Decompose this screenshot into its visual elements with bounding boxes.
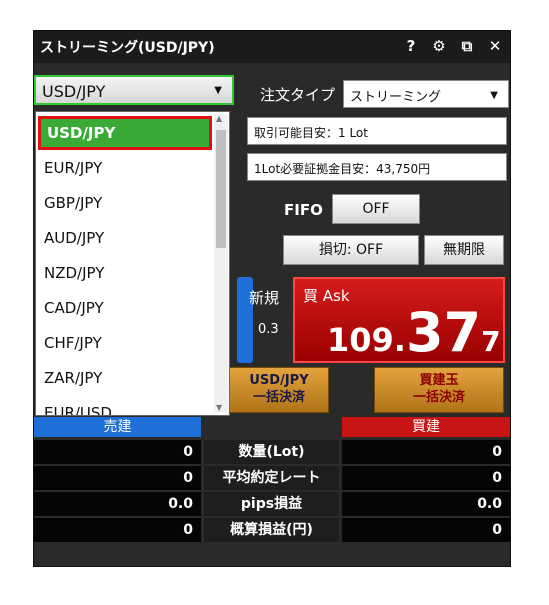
buy-average-rate: 0 bbox=[342, 466, 510, 490]
buy-ask-button[interactable]: 買 Ask 109.377 bbox=[293, 277, 505, 363]
stoploss-button[interactable]: 損切: OFF bbox=[283, 235, 419, 265]
ask-price-pips: 37 bbox=[405, 301, 482, 364]
sell-quantity: 0 bbox=[34, 440, 201, 464]
sell-average-rate: 0 bbox=[34, 466, 201, 490]
order-type-value: ストリーミング bbox=[350, 90, 442, 105]
table-row: 0 数量(Lot) 0 bbox=[34, 439, 510, 465]
scroll-up-icon[interactable]: ▲ bbox=[216, 114, 222, 123]
title-bar: ストリーミング(USD/JPY) ? ⚙ ⧉ ✕ bbox=[34, 31, 510, 63]
dropdown-option[interactable]: EUR/JPY bbox=[38, 151, 212, 185]
buy-header: 買建 bbox=[342, 417, 510, 437]
streaming-window: ストリーミング(USD/JPY) ? ⚙ ⧉ ✕ USD/JPY ▼ 注文タイプ… bbox=[33, 30, 511, 567]
scrollbar-thumb[interactable] bbox=[216, 130, 226, 248]
symbol-bulk-close-button[interactable]: USD/JPY 一括決済 bbox=[229, 367, 329, 413]
sell-header: 売建 bbox=[34, 417, 201, 437]
dropdown-option[interactable]: NZD/JPY bbox=[38, 256, 212, 290]
dropdown-option[interactable]: EUR/USD bbox=[38, 396, 212, 415]
fifo-label: FIFO bbox=[284, 201, 323, 219]
popout-icon[interactable]: ⧉ bbox=[460, 37, 474, 55]
dropdown-option[interactable]: GBP/JPY bbox=[38, 186, 212, 220]
bulk-close-symbol-label: 一括決済 bbox=[252, 390, 305, 405]
bulk-close-symbol-line: USD/JPY bbox=[249, 373, 309, 388]
ask-label: 買 Ask bbox=[303, 287, 350, 305]
dropdown-option[interactable]: CHF/JPY bbox=[38, 326, 212, 360]
dropdown-option[interactable]: USD/JPY bbox=[38, 116, 212, 150]
bulk-close-buy-label: 一括決済 bbox=[412, 390, 465, 405]
row-label: 平均約定レート bbox=[204, 466, 339, 490]
table-row: 0.0 pips損益 0.0 bbox=[34, 491, 510, 517]
scroll-down-icon[interactable]: ▼ bbox=[216, 403, 222, 412]
buy-estimated-pl: 0 bbox=[342, 518, 510, 542]
order-type-label: 注文タイプ bbox=[260, 86, 336, 104]
gear-icon[interactable]: ⚙ bbox=[432, 37, 446, 55]
chevron-down-icon: ▼ bbox=[490, 90, 498, 101]
order-type-select[interactable]: ストリーミング ▼ bbox=[343, 80, 509, 108]
table-row: 0 平均約定レート 0 bbox=[34, 465, 510, 491]
symbol-select[interactable]: USD/JPY ▼ bbox=[34, 75, 234, 105]
sell-estimated-pl: 0 bbox=[34, 518, 201, 542]
fifo-toggle-button[interactable]: OFF bbox=[332, 194, 420, 224]
dropdown-option[interactable]: CAD/JPY bbox=[38, 291, 212, 325]
bulk-close-buy-line: 買建玉 bbox=[419, 373, 459, 388]
sell-pips-pl: 0.0 bbox=[34, 492, 201, 516]
ask-price-big: 109. bbox=[327, 321, 406, 359]
new-order-label: 新規 bbox=[249, 289, 280, 307]
symbol-dropdown-list[interactable]: USD/JPY EUR/JPY GBP/JPY AUD/JPY NZD/JPY … bbox=[35, 111, 230, 416]
table-row: 0 概算損益(円) 0 bbox=[34, 517, 510, 543]
buy-position-bulk-close-button[interactable]: 買建玉 一括決済 bbox=[374, 367, 504, 413]
window-title: ストリーミング(USD/JPY) bbox=[40, 40, 215, 56]
chevron-down-icon: ▼ bbox=[214, 85, 222, 96]
dropdown-scrollbar[interactable]: ▲ ▼ bbox=[214, 114, 228, 412]
ask-price: 109.377 bbox=[327, 306, 501, 360]
dropdown-option[interactable]: ZAR/JPY bbox=[38, 361, 212, 395]
buy-quantity: 0 bbox=[342, 440, 510, 464]
row-label: 概算損益(円) bbox=[204, 518, 339, 542]
symbol-select-value: USD/JPY bbox=[42, 82, 106, 101]
title-bar-icons: ? ⚙ ⧉ ✕ bbox=[404, 37, 502, 55]
tradable-info: 取引可能目安：1 Lot bbox=[247, 117, 507, 145]
row-label: pips損益 bbox=[204, 492, 339, 516]
dropdown-option[interactable]: AUD/JPY bbox=[38, 221, 212, 255]
spread-value: 0.3 bbox=[258, 322, 279, 337]
margin-info: 1Lot必要証拠金目安：43,750円 bbox=[247, 153, 507, 181]
help-icon[interactable]: ? bbox=[404, 37, 418, 55]
expiry-button[interactable]: 無期限 bbox=[424, 235, 504, 265]
close-icon[interactable]: ✕ bbox=[488, 37, 502, 55]
buy-pips-pl: 0.0 bbox=[342, 492, 510, 516]
row-label: 数量(Lot) bbox=[204, 440, 339, 464]
ask-price-fraction: 7 bbox=[481, 325, 501, 358]
